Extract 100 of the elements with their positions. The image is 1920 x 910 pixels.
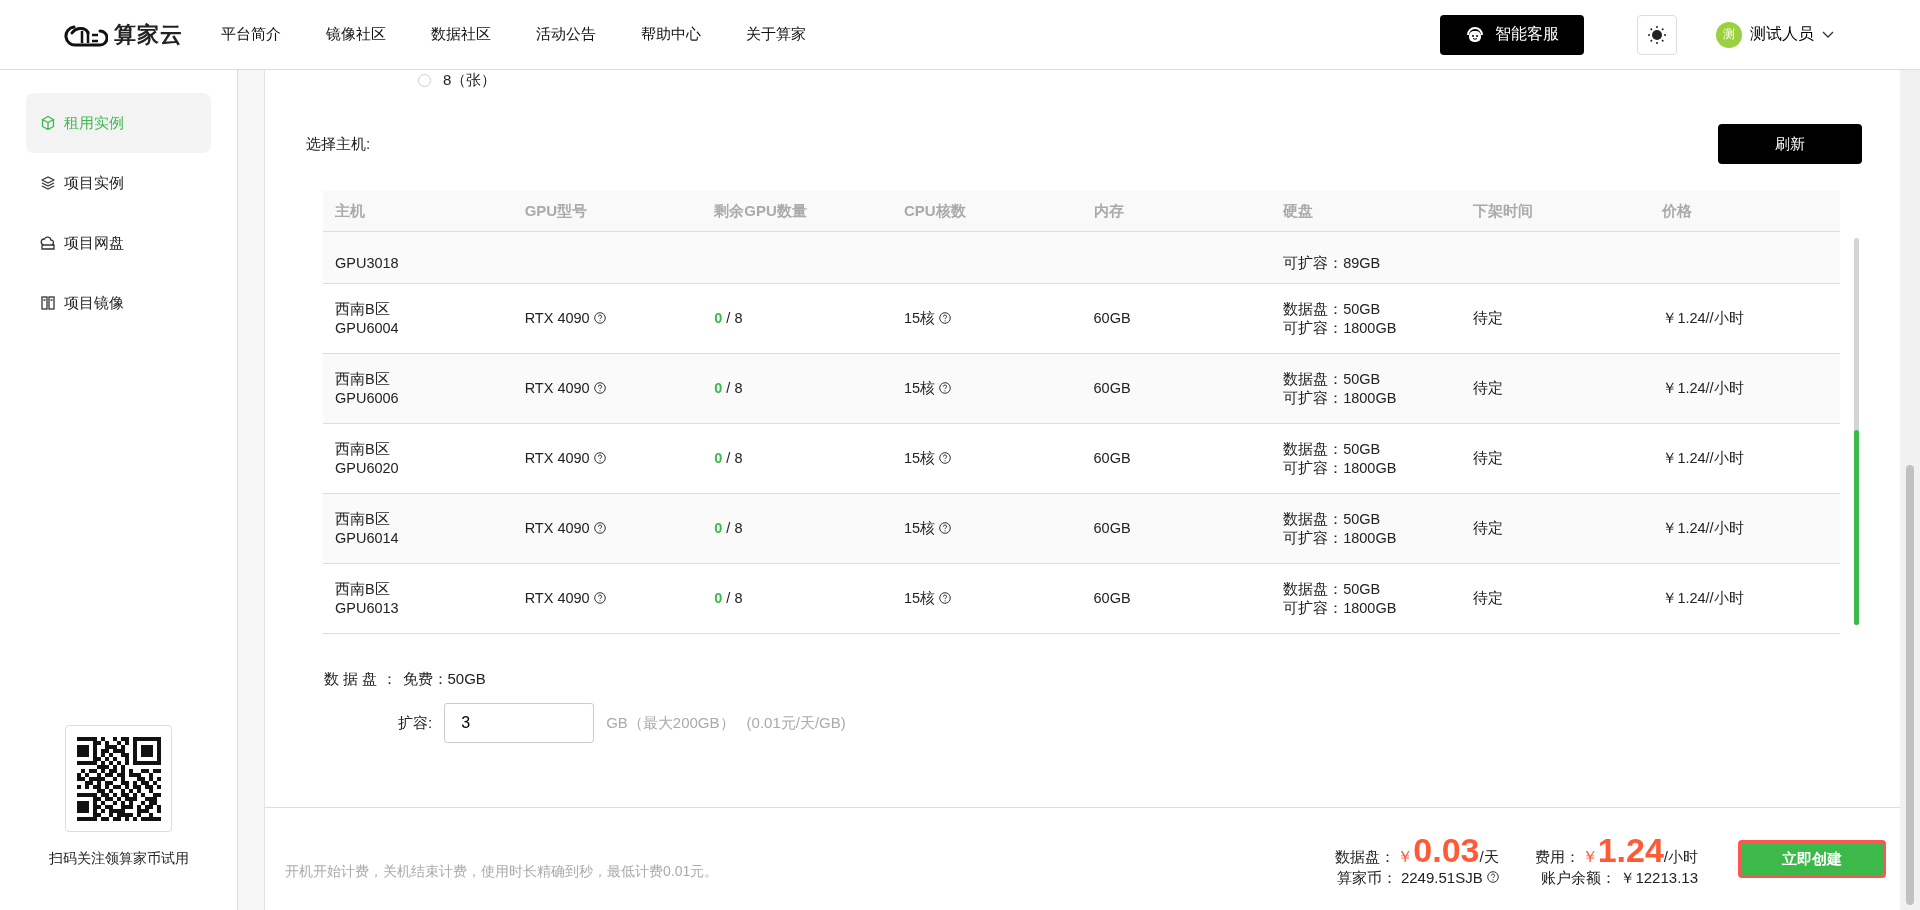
disk-info: 数据盘：50GB 可扩容：1800GB [1283,299,1398,338]
price: ￥1.24//小时 [1662,310,1744,326]
nav-link[interactable]: 帮助中心 [641,25,701,44]
cloud-drive-icon [40,235,56,251]
help-icon [593,592,606,604]
column-header: CPU核数 [891,191,1082,232]
cpu-cores: 15核 [903,450,935,466]
fee-amount: 1.24 [1597,830,1664,869]
radio-label: 8（张） [443,70,497,90]
user-menu[interactable]: 测 测试人员 [1710,20,1840,49]
column-header: 主机 [323,191,513,232]
column-header: GPU型号 [512,191,703,232]
cost-unit: /天 [1479,847,1499,867]
disk-info: 数据盘：50GB 可扩容：1800GB [1283,579,1398,618]
help-icon [939,452,951,464]
host-name: 西南B区 GPU6004 [335,299,400,338]
table-scrollbar[interactable] [1854,238,1859,625]
cpu-cores: 15核 [903,520,935,536]
page-scrollbar[interactable] [1900,70,1920,910]
nav-link[interactable]: 数据社区 [431,25,491,44]
gpu-availability: 0 / 8 [714,380,743,396]
gpu-model: RTX 4090 [524,380,590,396]
price: ￥1.24//小时 [1662,450,1744,466]
disk-info: 可扩容：89GB [1283,255,1381,271]
nav-link[interactable]: 活动公告 [536,25,596,44]
headset-icon [1465,24,1485,45]
gpu-model: RTX 4090 [524,520,590,536]
host-name: 西南B区 GPU6014 [335,509,400,548]
column-header: 下架时间 [1460,191,1651,232]
gpu-availability: 0 / 8 [714,310,743,326]
user-avatar: 测 [1716,21,1742,48]
cpu-cores: 15核 [903,380,935,396]
help-icon [939,522,951,534]
customer-service-button[interactable]: 智能客服 [1440,14,1584,55]
host-name: GPU3018 [335,255,399,271]
help-icon [593,522,606,534]
cost-unit: /小时 [1663,847,1698,867]
gpu-availability: 0 / 8 [714,520,743,536]
memory-size: 60GB [1093,520,1131,536]
refresh-button[interactable]: 刷新 [1718,124,1862,164]
memory-size: 60GB [1093,310,1131,326]
radio-button[interactable] [418,73,431,87]
cpu-cores: 15核 [903,310,935,326]
nav-link[interactable]: 镜像社区 [326,25,386,44]
expand-input[interactable]: 3 [444,703,595,743]
expand-label: 扩容: [398,713,433,733]
column-header: 内存 [1081,191,1272,232]
help-icon [1486,870,1499,883]
qr-caption: 扫码关注领算家币试用 [48,850,189,868]
offline-time: 待定 [1472,380,1503,396]
gpu-model: RTX 4090 [524,310,590,326]
data-disk-label: 数 据 盘 ： [324,670,397,689]
sun-icon [1647,24,1667,45]
unit-note: GB（最大200GB） [606,713,735,733]
coin-balance: 2249.51SJB [1400,868,1483,886]
gpu-model: RTX 4090 [524,450,590,466]
gpu-availability: 0 / 8 [714,450,743,466]
cube-icon [40,115,56,131]
currency-sign: ￥ [1581,846,1598,867]
host-name: 西南B区 GPU6013 [335,579,400,618]
sidebar-item[interactable]: 项目网盘 [26,213,211,273]
nav-link[interactable]: 平台简介 [221,25,281,44]
help-icon [593,312,606,324]
theme-toggle-button[interactable] [1637,14,1677,55]
memory-size: 60GB [1093,590,1131,606]
sidebar-item[interactable]: 项目镜像 [26,273,211,333]
offline-time: 待定 [1472,310,1503,326]
coin-label: 算家币： [1336,868,1397,888]
logo-text: 算家云 [114,20,183,49]
chevron-down-icon [1822,30,1834,39]
host-name: 西南B区 GPU6020 [335,439,400,478]
sidebar-item[interactable]: 项目实例 [26,153,211,213]
help-icon [939,382,951,394]
memory-size: 60GB [1093,450,1131,466]
free-disk-text: 免费：50GB [402,670,486,689]
price: ￥1.24//小时 [1662,380,1744,396]
billing-note: 开机开始计费，关机结束计费，使用时长精确到秒，最低计费0.01元。 [285,863,720,881]
help-icon [593,382,606,394]
host-select-label: 选择主机: [306,134,371,154]
price: ￥1.24//小时 [1662,590,1744,606]
account-balance: ￥12213.13 [1620,868,1698,888]
disk-info: 数据盘：50GB 可扩容：1800GB [1283,439,1398,478]
disk-cost-amount: 0.03 [1413,830,1480,869]
cpu-cores: 15核 [903,590,935,606]
help-icon [939,592,951,604]
column-header: 硬盘 [1271,191,1461,232]
price: ￥1.24//小时 [1662,520,1744,536]
price-note: (0.01元/天/GB) [746,713,846,733]
gpu-model: RTX 4090 [524,590,590,606]
disk-cost-label: 数据盘： [1335,847,1396,867]
disk-info: 数据盘：50GB 可扩容：1800GB [1283,369,1398,408]
nav-link[interactable]: 关于算家 [746,25,806,44]
memory-size: 60GB [1093,380,1131,396]
offline-time: 待定 [1472,590,1503,606]
image-icon [40,295,56,311]
column-header: 剩余GPU数量 [702,191,892,232]
layers-icon [40,175,56,191]
fee-label: 费用： [1534,847,1580,867]
balance-label: 账户余额： [1541,868,1617,888]
currency-sign: ￥ [1397,846,1414,867]
